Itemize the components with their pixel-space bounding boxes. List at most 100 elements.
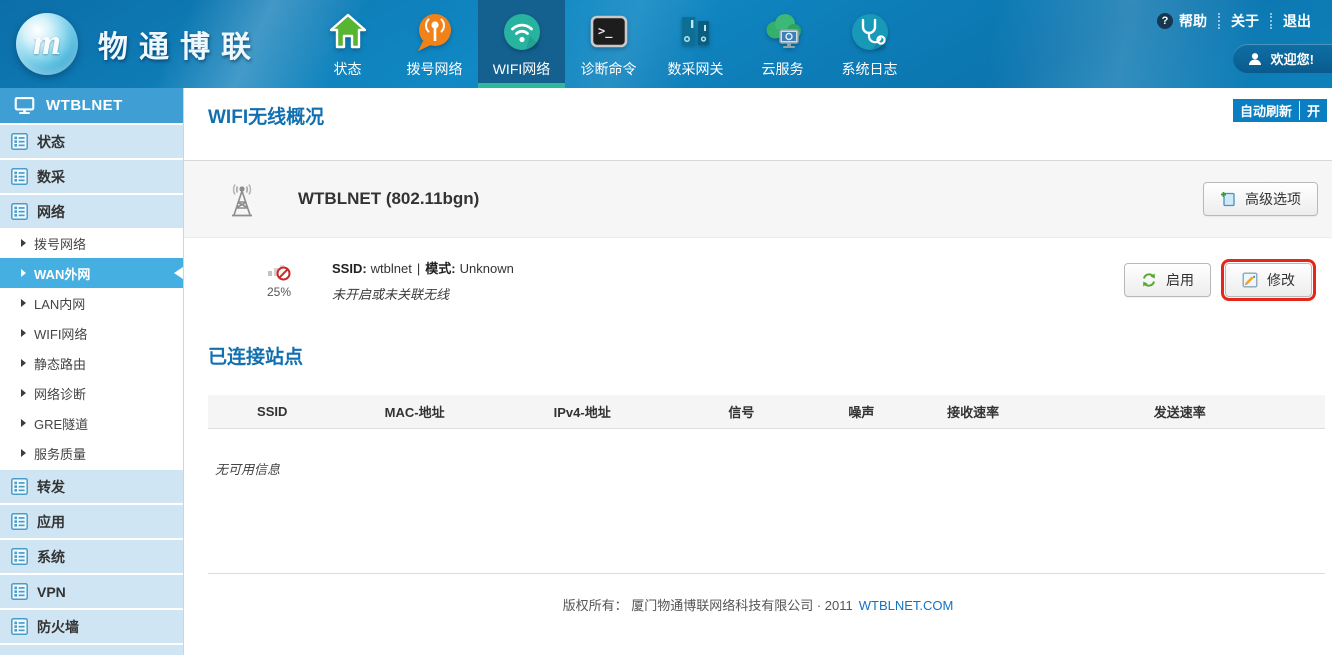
sidebar-item-status[interactable]: 状态 xyxy=(0,125,183,158)
sidebar-item-static-route[interactable]: 静态路由 xyxy=(0,348,183,378)
caret-right-icon xyxy=(21,239,26,247)
sidebar-item-vpn[interactable]: VPN xyxy=(0,575,183,608)
sidebar-item-gre-tunnel[interactable]: GRE隧道 xyxy=(0,408,183,438)
ssid-value: wtblnet xyxy=(371,261,412,276)
wifi-radio-row: 25% SSID:wtblnet|模式:Unknown 未开启或未关联无线 xyxy=(184,238,1332,322)
sidebar-item-data-collection[interactable]: 数采 xyxy=(0,160,183,193)
signal-block: 25% xyxy=(258,261,300,299)
nav-label: 云服务 xyxy=(762,59,804,79)
list-icon xyxy=(11,133,28,150)
sidebar-item-wan[interactable]: WAN外网 xyxy=(0,258,183,288)
list-icon xyxy=(11,548,28,565)
ssid-info: SSID:wtblnet|模式:Unknown 未开启或未关联无线 xyxy=(332,258,514,303)
no-info-text: 无可用信息 xyxy=(215,459,1332,478)
ssid-label: SSID: xyxy=(332,261,367,276)
footer-link[interactable]: WTBLNET.COM xyxy=(859,598,954,613)
nav-item-system-log[interactable]: 系统日志 xyxy=(826,0,913,88)
logout-link[interactable]: 退出 xyxy=(1270,13,1322,29)
nav-item-cloud-service[interactable]: 云服务 xyxy=(739,0,826,88)
caret-right-icon xyxy=(21,359,26,367)
enable-button[interactable]: 启用 xyxy=(1124,263,1211,297)
auto-refresh-toggle[interactable]: 自动刷新 开 xyxy=(1233,99,1327,122)
sidebar-item-network[interactable]: 网络 xyxy=(0,195,183,228)
sidebar-item-lan[interactable]: LAN内网 xyxy=(0,288,183,318)
nav-label: 诊断命令 xyxy=(581,59,637,79)
col-mac: MAC-地址 xyxy=(336,402,492,421)
col-ssid: SSID xyxy=(208,404,336,419)
nav-item-data-gateway[interactable]: 数采网关 xyxy=(652,0,739,88)
auto-refresh-state: 开 xyxy=(1299,101,1320,120)
list-icon xyxy=(11,478,28,495)
advanced-options-button[interactable]: 高级选项 xyxy=(1203,182,1318,216)
svg-text:>_: >_ xyxy=(598,24,613,39)
sidebar-device-name: WTBLNET xyxy=(46,97,123,114)
col-signal: 信号 xyxy=(672,402,812,421)
sidebar-item-network-diagnosis[interactable]: 网络诊断 xyxy=(0,378,183,408)
page-body: WTBLNET 状态 数采 网络 拨号网络 WAN外网 xyxy=(0,88,1332,655)
sidebar-item-system[interactable]: 系统 xyxy=(0,540,183,573)
caret-right-icon xyxy=(21,449,26,457)
signal-disabled-icon xyxy=(267,261,291,281)
modify-button[interactable]: 修改 xyxy=(1225,263,1312,297)
user-icon xyxy=(1248,52,1262,66)
sidebar-item-firewall[interactable]: 防火墙 xyxy=(0,610,183,643)
about-link[interactable]: 关于 xyxy=(1218,13,1270,29)
copyright-text: 版权所有： 厦门物通博联网络科技有限公司 · 2011 xyxy=(563,598,853,613)
page-title: WIFI无线概况 xyxy=(208,102,1332,129)
router-admin-page: m 物通博联 状态 拨号网络 xyxy=(0,0,1332,655)
nav-label: WIFI网络 xyxy=(493,59,551,79)
sidebar-item-wifi-network[interactable]: WIFI网络 xyxy=(0,318,183,348)
col-ipv4: IPv4-地址 xyxy=(493,402,672,421)
auto-refresh-label: 自动刷新 xyxy=(1240,101,1292,120)
sidebar-item-qos[interactable]: 服务质量 xyxy=(0,438,183,468)
help-link[interactable]: ? 帮助 xyxy=(1146,13,1218,29)
page-add-icon xyxy=(1220,191,1236,207)
top-utility-links: ? 帮助 关于 退出 xyxy=(1146,13,1322,29)
footer-divider xyxy=(208,573,1325,574)
nav-label: 拨号网络 xyxy=(407,59,463,79)
pipe-separator: | xyxy=(417,261,420,276)
list-icon xyxy=(11,203,28,220)
caret-right-icon xyxy=(21,329,26,337)
sidebar-device-header: WTBLNET xyxy=(0,88,183,123)
nav-label: 数采网关 xyxy=(668,59,724,79)
help-icon: ? xyxy=(1157,13,1173,29)
nav-label: 系统日志 xyxy=(842,59,898,79)
nav-item-dial-network[interactable]: 拨号网络 xyxy=(391,0,478,88)
list-icon xyxy=(11,618,28,635)
nav-item-wifi-network[interactable]: WIFI网络 xyxy=(478,0,565,88)
brand-logo-icon: m xyxy=(16,13,78,75)
stations-table-header: SSID MAC-地址 IPv4-地址 信号 噪声 接收速率 发送速率 xyxy=(208,395,1325,429)
main-content: WIFI无线概况 自动刷新 开 WTBLNET (802.11bgn) xyxy=(184,88,1332,655)
top-navigation: 状态 拨号网络 WI xyxy=(304,0,913,88)
sidebar-item-application[interactable]: 应用 xyxy=(0,505,183,538)
sidebar-item-forwarding[interactable]: 转发 xyxy=(0,470,183,503)
sidebar-item-dial-network[interactable]: 拨号网络 xyxy=(0,228,183,258)
caret-right-icon xyxy=(21,299,26,307)
cloud-service-icon xyxy=(761,10,805,54)
welcome-text: 欢迎您! xyxy=(1271,49,1314,68)
edit-icon xyxy=(1242,272,1258,288)
top-bar: m 物通博联 状态 拨号网络 xyxy=(0,0,1332,88)
syslog-icon xyxy=(848,10,892,54)
wifi-device-name: WTBLNET (802.11bgn) xyxy=(298,189,479,209)
signal-percent: 25% xyxy=(267,285,291,299)
nav-item-status[interactable]: 状态 xyxy=(304,0,391,88)
caret-right-icon xyxy=(21,269,26,277)
mode-label: 模式: xyxy=(425,261,455,276)
antenna-tower-icon xyxy=(224,180,260,218)
dial-network-icon xyxy=(413,10,457,54)
sidebar-item-partial xyxy=(0,645,183,655)
list-icon xyxy=(11,513,28,530)
welcome-pill[interactable]: 欢迎您! xyxy=(1233,44,1332,73)
col-tx-rate: 发送速率 xyxy=(1035,402,1325,421)
brand-logo-block: m 物通博联 xyxy=(0,0,304,88)
refresh-icon xyxy=(1141,272,1157,288)
nav-item-diagnostic-command[interactable]: >_ 诊断命令 xyxy=(565,0,652,88)
caret-right-icon xyxy=(21,389,26,397)
terminal-icon: >_ xyxy=(587,10,631,54)
nav-label: 状态 xyxy=(334,59,362,79)
col-rx-rate: 接收速率 xyxy=(912,402,1035,421)
ssid-line: SSID:wtblnet|模式:Unknown xyxy=(332,258,514,277)
col-noise: 噪声 xyxy=(811,402,912,421)
